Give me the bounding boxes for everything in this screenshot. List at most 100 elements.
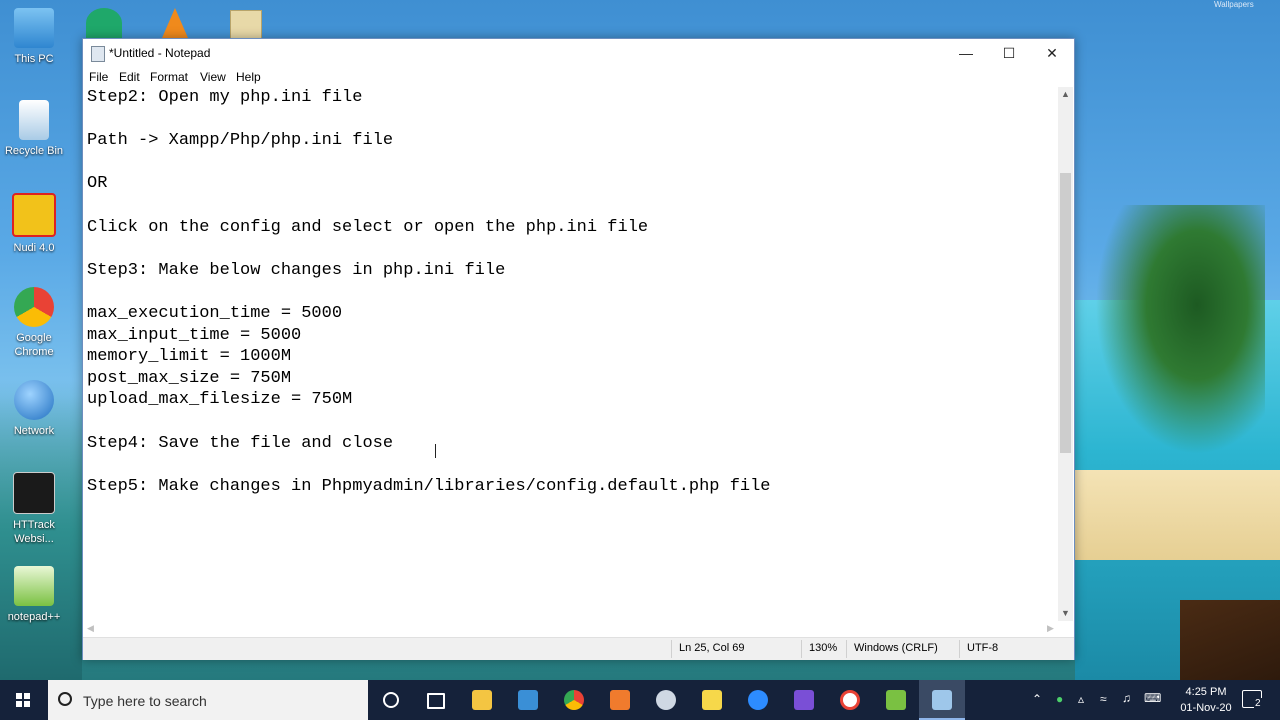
tray-wifi-icon[interactable]: ≈ [1100,692,1107,706]
scroll-right-arrow-icon[interactable]: ▶ [1043,621,1058,636]
file-explorer-icon [472,690,492,710]
search-icon [58,692,72,706]
tray-keyboard-icon[interactable]: ⌨ [1144,691,1161,705]
tray-security-icon[interactable]: ● [1056,692,1063,706]
minimize-button[interactable]: — [944,39,988,67]
clock-date: 01-Nov-20 [1180,702,1232,714]
taskbar-sticky-notes[interactable] [689,680,735,720]
zoom-icon [748,690,768,710]
installer-icon[interactable] [230,10,262,40]
nudi-icon [12,193,56,237]
taskbar-chrome[interactable] [551,680,597,720]
status-line-ending: Windows (CRLF) [854,642,938,654]
editor-line: max_execution_time = 5000 [87,304,343,323]
desktop-icon-notepadpp[interactable]: notepad++ [0,566,70,624]
menu-help[interactable]: Help [236,70,261,84]
taskbar-xampp[interactable] [597,680,643,720]
editor-line: post_max_size = 750M [87,368,292,388]
taskbar-file-explorer[interactable] [459,680,505,720]
tray-expand-chevron-icon[interactable]: ⌃ [1032,692,1042,706]
notepad-app-icon [91,46,105,62]
menu-edit[interactable]: Edit [119,70,140,84]
editor-line: Step3: Make below changes in php.ini fil… [87,260,506,280]
editor-line: Path -> Xampp/Php/php.ini file [87,131,394,151]
desktop-icon-label: notepad++ [7,611,61,623]
editor-line: upload_max_filesize = 750M [87,390,353,410]
maximize-button[interactable]: ☐ [987,39,1031,67]
status-divider [671,640,672,658]
editor-line: Click on the config and select or open t… [87,217,649,237]
tray-network-icon[interactable]: ▵ [1078,692,1084,706]
notepadpp-icon [886,690,906,710]
editor-line: OR [87,174,108,194]
editor-line: memory_limit = 1000M [87,347,292,367]
opera-icon [840,690,860,710]
taskbar-visual-studio[interactable] [781,680,827,720]
cortana-icon [383,692,399,708]
status-divider [846,640,847,658]
status-divider [959,640,960,658]
desktop-icon-this-pc[interactable]: This PC [0,8,70,66]
horizontal-scrollbar[interactable]: ◀ ▶ [83,621,1058,636]
notepad-window: *Untitled - Notepad — ☐ ✕ File Edit Form… [82,38,1075,660]
desktop-icon-network[interactable]: Network [0,380,70,438]
editor-line: max_input_time = 5000 [87,325,302,345]
xampp-icon [610,690,630,710]
menu-bar: File Edit Format View Help [83,67,1074,87]
vlc-icon[interactable] [162,8,188,38]
text-editor-area[interactable]: Step2: Open my php.ini file Path -> Xamp… [83,87,1058,621]
status-bar: Ln 25, Col 69 130% Windows (CRLF) UTF-8 [83,637,1074,660]
menu-view[interactable]: View [200,70,226,84]
search-placeholder: Type here to search [83,693,207,709]
menu-file[interactable]: File [89,70,108,84]
task-view-button[interactable] [412,680,458,720]
taskbar-store[interactable] [505,680,551,720]
scroll-left-arrow-icon[interactable]: ◀ [83,621,98,636]
close-button[interactable]: ✕ [1030,39,1074,67]
taskbar-notepadpp[interactable] [873,680,919,720]
menu-format[interactable]: Format [150,70,188,84]
taskbar-opera[interactable] [827,680,873,720]
sticky-notes-icon [702,690,722,710]
desktop-icon-nudi[interactable]: Nudi 4.0 [0,193,70,255]
window-title: *Untitled - Notepad [109,46,211,60]
desktop-icon-label: Recycle Bin [4,145,64,157]
scrollbar-thumb[interactable] [1060,173,1071,453]
visual-studio-icon [794,690,814,710]
desktop-icon-label: Google Chrome [14,332,54,358]
network-icon [14,380,54,420]
status-zoom: 130% [809,642,838,654]
scroll-up-arrow-icon[interactable]: ▲ [1058,87,1073,102]
desktop-icon-label: Network [13,425,55,437]
vertical-scrollbar[interactable]: ▲ ▼ [1058,87,1073,621]
vpn-icon [656,690,676,710]
notepad-icon [932,690,952,710]
desktop-icon-recycle-bin[interactable]: Recycle Bin [0,100,70,158]
task-view-icon [427,693,445,709]
chrome-icon [14,287,54,327]
taskbar-clock[interactable]: 4:25 PM 01-Nov-20 [1170,684,1242,716]
status-encoding: UTF-8 [967,642,999,654]
editor-line: Step5: Make changes in Phpmyadmin/librar… [87,476,771,496]
this-pc-icon [14,8,54,48]
desktop-wallpaper-pier [1180,600,1280,680]
cortana-button[interactable] [368,680,414,720]
taskbar-search-box[interactable]: Type here to search [48,680,368,720]
httrack-icon [13,472,55,514]
desktop-icon-google-chrome[interactable]: Google Chrome [0,287,70,359]
taskbar-notepad[interactable] [919,680,965,720]
scroll-down-arrow-icon[interactable]: ▼ [1058,606,1073,621]
desktop-icon-httrack[interactable]: HTTrack Websi... [0,472,70,546]
desktop-icon-label: HTTrack Websi... [13,519,55,545]
taskbar-zoom[interactable] [735,680,781,720]
text-cursor-ibeam-icon [435,444,438,458]
start-button[interactable] [0,680,46,720]
status-cursor-position: Ln 25, Col 69 [679,642,745,654]
tray-volume-icon[interactable]: ♫ [1122,691,1131,705]
desktop-icon-label: Nudi 4.0 [13,242,55,254]
store-icon [518,690,538,710]
taskbar-vpn[interactable] [643,680,689,720]
wifi-app-icon[interactable] [86,8,122,38]
title-bar[interactable]: *Untitled - Notepad — ☐ ✕ [83,39,1074,67]
desktop-wallpaper-palm [1095,205,1265,455]
